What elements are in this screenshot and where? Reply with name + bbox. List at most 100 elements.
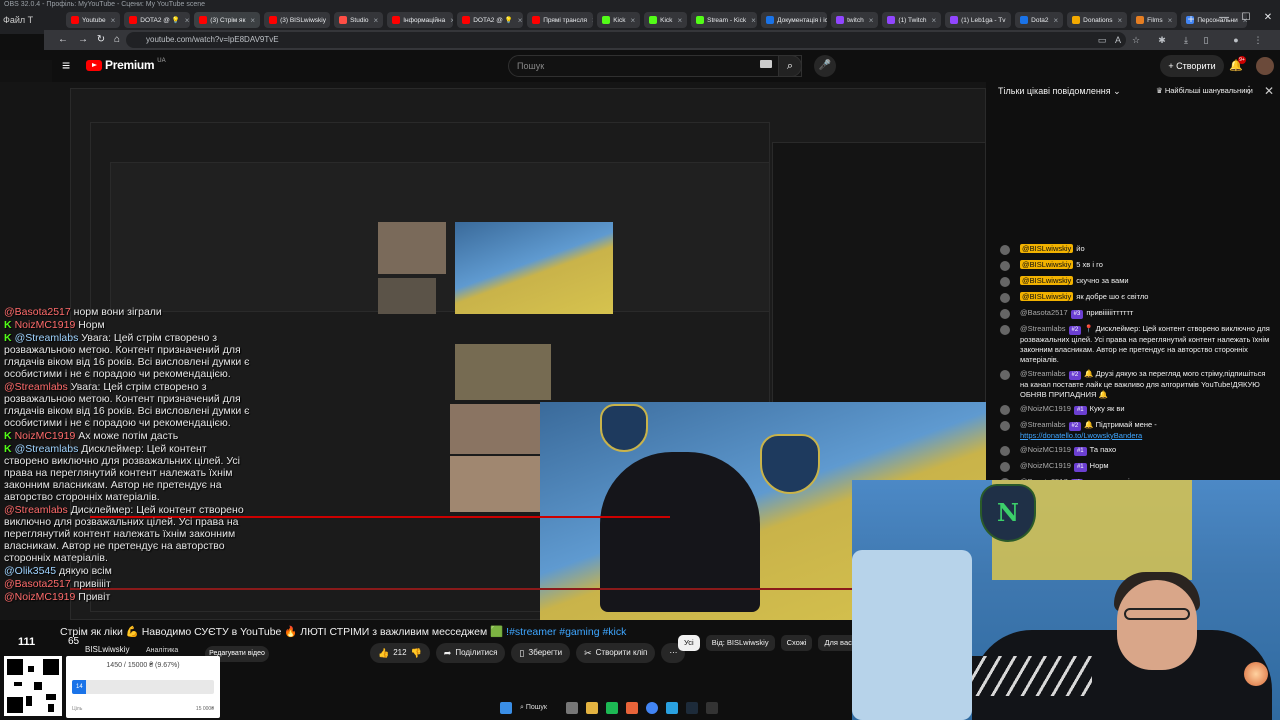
chat-avatar[interactable] [1000, 421, 1010, 431]
chat-avatar[interactable] [1000, 405, 1010, 415]
chat-avatar[interactable] [1000, 245, 1010, 255]
chat-author[interactable]: @NoizMC1919 [1020, 461, 1071, 470]
chat-author[interactable]: @Streamlabs [1020, 324, 1066, 333]
browser-tab[interactable]: DOTA2 @ 💡 × [457, 12, 524, 28]
taskbar-search[interactable]: ⌕ Пошук [520, 704, 558, 712]
minimize-button[interactable]: — [1214, 10, 1234, 26]
chat-author[interactable]: @BISLwiwskiy [1020, 292, 1074, 301]
filter-chip[interactable]: Усі [678, 635, 700, 651]
address-input[interactable]: youtube.com/watch?v=lpE8DAV9TvE [126, 32, 1126, 48]
filter-chip[interactable]: Від: BISLwiwskiy [705, 635, 775, 651]
search-input[interactable]: Пошук [508, 55, 802, 77]
tab-close-icon[interactable]: × [111, 16, 116, 25]
like-button[interactable]: 👍 212 👎 [370, 643, 430, 663]
translate-icon[interactable]: A [1112, 34, 1124, 46]
close-window-button[interactable]: ✕ [1258, 10, 1278, 26]
chat-mode-dropdown[interactable]: Тільки цікаві повідомлення ⌄ [998, 86, 1121, 97]
back-button[interactable]: ← [56, 33, 70, 47]
chat-author[interactable]: @BISLwiwskiy [1020, 244, 1074, 253]
chat-more-icon[interactable]: ⋮ [1244, 85, 1254, 96]
file-explorer-icon[interactable] [586, 702, 598, 714]
search-button[interactable]: ⌕ [778, 55, 802, 77]
browser-tab[interactable]: Інформаційна × [387, 12, 454, 28]
close-icon[interactable]: ✕ [1264, 84, 1274, 98]
top-fans-button[interactable]: ♛ Найбільші шанувальники [1156, 86, 1253, 95]
firefox-icon[interactable] [626, 702, 638, 714]
keyboard-icon[interactable] [760, 60, 772, 68]
browser-tab[interactable]: Dota2 × [1015, 12, 1064, 28]
steam-icon[interactable] [686, 702, 698, 714]
browser-tab[interactable]: Kick × [597, 12, 641, 28]
bookmark-star-icon[interactable]: ☆ [1130, 34, 1142, 46]
tab-close-icon[interactable]: × [450, 16, 453, 25]
chat-avatar[interactable] [1000, 462, 1010, 472]
tab-close-icon[interactable]: × [630, 16, 635, 25]
chat-author[interactable]: @Streamlabs [1020, 420, 1066, 429]
tab-close-icon[interactable]: × [250, 16, 255, 25]
chat-avatar[interactable] [1000, 277, 1010, 287]
thumbs-down-icon[interactable]: 👎 [411, 643, 422, 663]
chat-author[interactable]: @Streamlabs [1020, 369, 1066, 378]
tab-close-icon[interactable]: × [931, 16, 936, 25]
download-icon[interactable]: ⤓ [1180, 34, 1192, 46]
reload-button[interactable]: ↻ [94, 33, 108, 47]
obs-icon[interactable] [706, 702, 718, 714]
tab-close-icon[interactable]: × [518, 16, 523, 25]
telegram-icon[interactable] [666, 702, 678, 714]
chat-avatar[interactable] [1000, 446, 1010, 456]
tab-close-icon[interactable]: × [374, 16, 379, 25]
tab-close-icon[interactable]: × [1168, 16, 1173, 25]
chat-author[interactable]: @NoizMC1919 [1020, 404, 1071, 413]
windows-start-icon[interactable] [500, 702, 512, 714]
new-tab-button[interactable]: + [1184, 12, 1198, 26]
filter-chip[interactable]: Схожі [780, 635, 813, 651]
chat-avatar[interactable] [1000, 370, 1010, 380]
chat-author[interactable]: @Basota2517 [1020, 308, 1068, 317]
browser-tab[interactable]: DOTA2 @ 💡 × [124, 12, 191, 28]
share-button[interactable]: ➦ Поділитися [435, 643, 506, 663]
chat-author[interactable]: @BISLwiwskiy [1020, 260, 1074, 269]
tab-close-icon[interactable]: × [1054, 16, 1059, 25]
voice-search-icon[interactable]: 🎤 [814, 55, 836, 77]
app-icon[interactable] [606, 702, 618, 714]
browser-tab[interactable]: (1) Twitch × [882, 12, 942, 28]
chat-link[interactable]: https://donatello.to/LwowskyBandera [1020, 431, 1142, 440]
browser-tab[interactable]: (3) Стрім як × [194, 12, 261, 28]
browser-menu-icon[interactable]: ⋮ [1252, 34, 1264, 46]
create-button[interactable]: + Створити [1160, 55, 1224, 77]
browser-tab[interactable]: Studio × [334, 12, 384, 28]
maximize-button[interactable]: ☐ [1236, 10, 1256, 26]
youtube-premium-logo[interactable]: Premium UA [86, 58, 166, 72]
menu-icon[interactable]: ≡ [62, 58, 76, 72]
extensions-icon[interactable]: ✱ [1156, 34, 1168, 46]
chat-avatar[interactable] [1000, 293, 1010, 303]
task-view-icon[interactable] [566, 702, 578, 714]
home-button[interactable]: ⌂ [110, 33, 124, 47]
browser-tab[interactable]: Donations × [1067, 12, 1128, 28]
channel-name[interactable]: BISLwiwskiy [85, 645, 129, 654]
browser-tab[interactable]: (3) BISLwiwskiy× [264, 12, 331, 28]
title-hashtags[interactable]: !#streamer #gaming #kick [506, 626, 626, 638]
tab-close-icon[interactable]: × [1010, 16, 1011, 25]
tab-close-icon[interactable]: × [592, 16, 593, 25]
tab-close-icon[interactable]: × [677, 16, 682, 25]
save-button[interactable]: ▯ Зберегти [511, 643, 571, 663]
browser-tab[interactable]: (1) Leb1ga - Tv × [945, 12, 1012, 28]
browser-tab[interactable]: Films × [1131, 12, 1178, 28]
chat-author[interactable]: @NoizMC1919 [1020, 445, 1071, 454]
cast-icon[interactable]: ▭ [1096, 34, 1108, 46]
chat-avatar[interactable] [1000, 309, 1010, 319]
obs-menu-file[interactable]: Файл Т [0, 10, 60, 30]
tab-close-icon[interactable]: × [185, 16, 190, 25]
chrome-icon[interactable] [646, 702, 658, 714]
chat-avatar[interactable] [1000, 261, 1010, 271]
browser-tab[interactable]: Документація і історія× [761, 12, 828, 28]
browser-tab[interactable]: twitch × [831, 12, 879, 28]
tab-close-icon[interactable]: × [1117, 16, 1122, 25]
tab-close-icon[interactable]: × [751, 16, 756, 25]
browser-tab[interactable]: Stream - Kick × [691, 12, 758, 28]
clip-button[interactable]: ✂ Створити кліп [576, 643, 656, 663]
browser-tab[interactable]: Youtube × [66, 12, 121, 28]
account-avatar[interactable] [1256, 57, 1274, 75]
browser-tab[interactable]: Kick × [644, 12, 688, 28]
